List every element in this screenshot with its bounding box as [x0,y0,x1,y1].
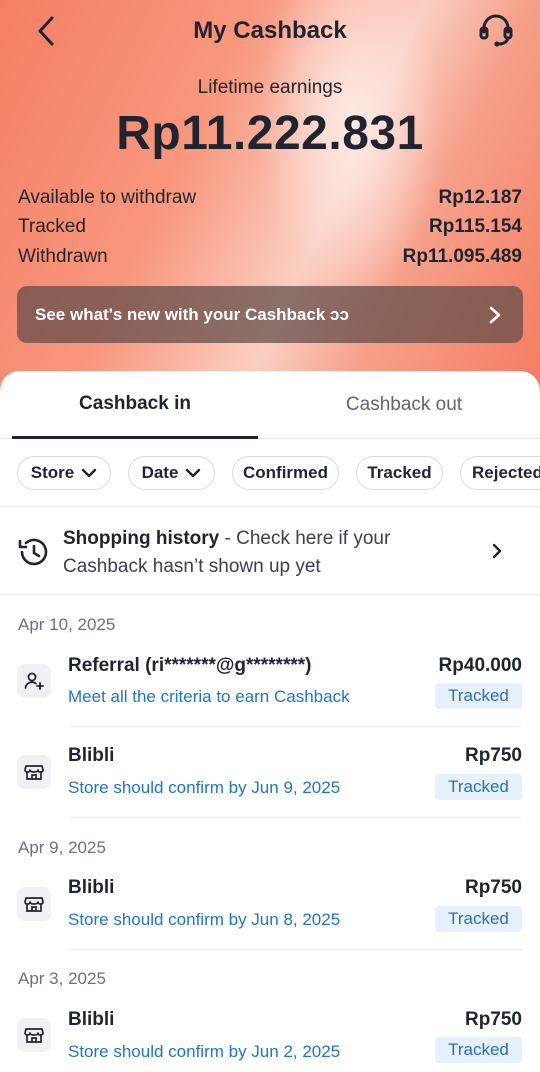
divider [68,949,522,950]
filter-rejected[interactable]: Rejected [460,456,540,490]
chevron-right-icon [492,543,502,559]
divider [68,726,522,727]
stat-withdrawn: Withdrawn Rp11.095.489 [18,244,522,270]
transaction-amount: Rp750 [464,877,522,898]
lifetime-earnings-value: Rp11.222.831 [116,107,424,160]
transaction-row[interactable]: Blibli Store should confirm by Jun 8, 20… [0,869,540,959]
shopping-history-title: Shopping history [63,528,220,549]
store-icon [17,1018,51,1052]
status-badge: Tracked [435,683,522,709]
date-header: Apr 10, 2025 [18,615,116,634]
transaction-row[interactable]: Blibli Store should confirm by Jun 2, 20… [0,1000,540,1072]
whats-new-banner[interactable]: See what's new with your Cashback ɔɔ [17,286,523,343]
divider [68,817,522,818]
tab-bar: Cashback in Cashback out [0,371,540,439]
stat-value: Rp115.154 [429,216,522,237]
transaction-amount: Rp40.000 [438,655,522,676]
tab-cashback-out[interactable]: Cashback out [270,371,538,439]
transaction-subtitle: Store should confirm by Jun 9, 2025 [68,778,341,797]
status-badge: Tracked [435,1037,522,1063]
whats-new-text: See what's new with your Cashback ɔɔ [35,304,349,324]
stat-value: Rp12.187 [438,187,522,208]
transaction-amount: Rp750 [464,745,522,766]
filter-store[interactable]: Store [17,456,111,490]
headset-icon [479,14,513,47]
chevron-right-icon [485,305,505,325]
filter-tracked[interactable]: Tracked [356,456,443,490]
date-header: Apr 3, 2025 [18,969,106,988]
top-bar: My Cashback [0,0,540,64]
store-icon [17,887,51,921]
transaction-subtitle: Store should confirm by Jun 2, 2025 [68,1042,341,1061]
filter-label: Date [141,463,179,482]
shopping-history-text: Shopping history - Check here if your Ca… [63,525,463,581]
status-badge: Tracked [435,906,522,932]
transaction-subtitle: Meet all the criteria to earn Cashback [68,687,350,706]
filter-label: Tracked [367,463,432,482]
chevron-down-icon [82,468,97,478]
transaction-subtitle: Store should confirm by Jun 8, 2025 [68,910,341,929]
transaction-amount: Rp750 [464,1009,522,1030]
transaction-title: Referral (ri*******@g********) [68,655,312,676]
chevron-down-icon [186,468,201,478]
transaction-title: Blibli [68,877,115,898]
stat-available: Available to withdraw Rp12.187 [18,185,522,211]
stat-label: Available to withdraw [18,187,197,208]
filter-chips: Store Date Confirmed Tracked Rejected [0,456,540,490]
status-badge: Tracked [435,774,522,800]
filter-label: Store [30,463,75,482]
support-button[interactable] [476,10,516,50]
filter-confirmed[interactable]: Confirmed [232,456,339,490]
stat-label: Tracked [18,216,86,237]
transaction-title: Blibli [68,1009,115,1030]
filter-label: Confirmed [243,463,328,482]
history-clock-icon [18,538,48,566]
stat-value: Rp11.095.489 [402,246,522,267]
transaction-title: Blibli [68,745,115,766]
transaction-row[interactable]: Blibli Store should confirm by Jun 9, 20… [0,737,540,827]
transaction-row[interactable]: Referral (ri*******@g********) Meet all … [0,646,540,736]
filter-date[interactable]: Date [128,456,215,490]
referral-icon [17,664,51,698]
cashback-summary-header: My Cashback Lifetime earnings Rp11.222.8… [0,0,540,420]
tab-cashback-in[interactable]: Cashback in [12,371,258,439]
stat-label: Withdrawn [18,246,108,267]
transactions-sheet: Cashback in Cashback out Store Date Conf… [0,371,540,1072]
stat-tracked: Tracked Rp115.154 [18,214,522,240]
page-title: My Cashback [193,17,347,44]
lifetime-earnings-label: Lifetime earnings [197,77,343,98]
store-icon [17,755,51,789]
date-header: Apr 9, 2025 [18,838,106,857]
shopping-history-row[interactable]: Shopping history - Check here if your Ca… [0,506,540,595]
filter-label: Rejected [472,463,540,482]
